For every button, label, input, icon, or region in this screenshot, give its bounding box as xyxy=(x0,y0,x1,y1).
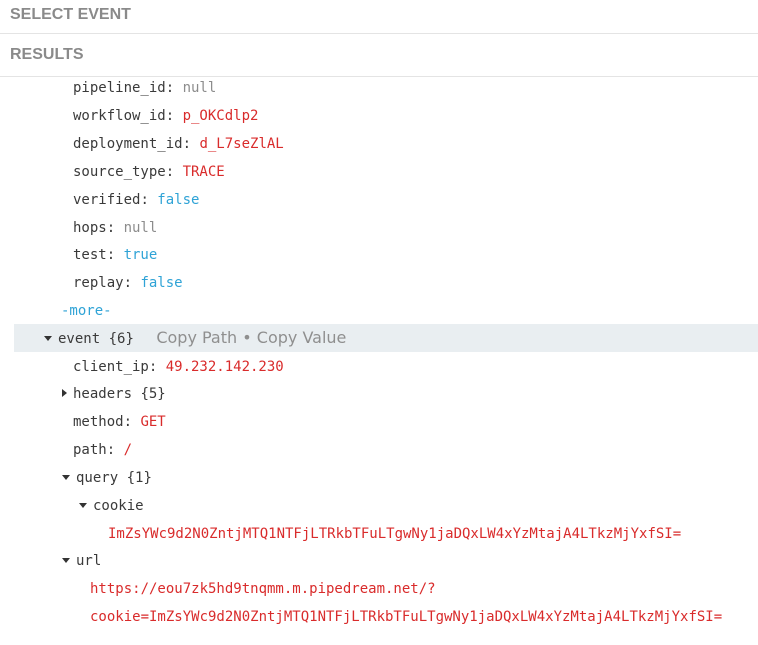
field-value[interactable]: cookie=ImZsYWc9d2N0ZntjMTQ1NTFjLTRkbTFuL… xyxy=(90,609,722,625)
tree-row-method: method: GET xyxy=(73,414,166,430)
tree-row-url-value-1: https://eou7zk5hd9tnqmm.m.pipedream.net/… xyxy=(0,575,758,603)
field-value[interactable]: true xyxy=(124,247,158,263)
copy-path-button[interactable]: Copy Path xyxy=(156,328,237,347)
field-value[interactable]: / xyxy=(124,442,132,458)
tree-row-hops: hops: null xyxy=(73,220,158,236)
field-key: workflow_id xyxy=(73,108,166,124)
more-row: -more- xyxy=(0,297,758,325)
field-value[interactable]: TRACE xyxy=(183,164,225,180)
node-key: cookie xyxy=(93,498,144,514)
field-key: source_type xyxy=(73,164,166,180)
caret-down-icon[interactable] xyxy=(44,335,52,341)
tree-row-source-type: source_type: TRACE xyxy=(73,164,225,180)
field-key: hops xyxy=(73,220,107,236)
field-key: method xyxy=(73,414,124,430)
node-count: {6} xyxy=(108,331,134,347)
results-header[interactable]: RESULTS xyxy=(0,34,758,77)
field-key: path xyxy=(73,442,107,458)
field-value[interactable]: false xyxy=(157,192,199,208)
tree-row-deployment-id: deployment_id: d_L7seZlAL xyxy=(73,136,284,152)
tree-row-url-value-2: cookie=ImZsYWc9d2N0ZntjMTQ1NTFjLTRkbTFuL… xyxy=(0,603,758,631)
field-value[interactable]: d_L7seZlAL xyxy=(199,136,283,152)
node-key: url xyxy=(76,553,102,569)
tree-row-pipeline-id: pipeline_id: null xyxy=(73,80,217,96)
field-key: verified xyxy=(73,192,141,208)
field-key: replay xyxy=(73,275,124,291)
tree-row-cookie[interactable]: cookie xyxy=(0,492,758,520)
field-key: test xyxy=(73,247,107,263)
more-link[interactable]: -more- xyxy=(61,303,112,319)
field-value[interactable]: GET xyxy=(140,414,165,430)
field-value[interactable]: https://eou7zk5hd9tnqmm.m.pipedream.net/… xyxy=(90,581,436,597)
node-key: event xyxy=(58,331,101,347)
node-key: query xyxy=(76,470,119,486)
tree-row-client-ip: client_ip: 49.232.142.230 xyxy=(73,359,284,375)
field-value[interactable]: false xyxy=(140,275,182,291)
field-value[interactable]: ImZsYWc9d2N0ZntjMTQ1NTFjLTRkbTFuLTgwNy1j… xyxy=(108,526,681,542)
tree-row-workflow-id: workflow_id: p_OKCdlp2 xyxy=(73,108,259,124)
caret-right-icon[interactable] xyxy=(62,389,67,397)
select-event-header[interactable]: SELECT EVENT xyxy=(0,0,758,34)
field-value[interactable]: 49.232.142.230 xyxy=(166,359,284,375)
tree-row-cookie-value: ImZsYWc9d2N0ZntjMTQ1NTFjLTRkbTFuLTgwNy1j… xyxy=(0,520,758,548)
field-value[interactable]: null xyxy=(124,220,158,236)
node-count: {1} xyxy=(126,470,152,486)
field-key: client_ip xyxy=(73,359,149,375)
tree-row-url[interactable]: url xyxy=(0,547,758,575)
caret-down-icon[interactable] xyxy=(62,557,70,563)
tree-row-replay: replay: false xyxy=(73,275,183,291)
caret-down-icon[interactable] xyxy=(79,502,87,508)
field-key: deployment_id xyxy=(73,136,183,152)
node-count: {5} xyxy=(140,386,166,402)
caret-down-icon[interactable] xyxy=(62,474,70,480)
actions-separator: • xyxy=(242,328,252,347)
copy-value-button[interactable]: Copy Value xyxy=(257,328,347,347)
tree-row-test: test: true xyxy=(73,247,158,263)
tree-row-verified: verified: false xyxy=(73,192,200,208)
field-value[interactable]: p_OKCdlp2 xyxy=(183,108,259,124)
node-key: headers xyxy=(73,386,133,402)
tree-row-event[interactable]: event {6} Copy Path • Copy Value xyxy=(14,324,758,352)
field-key: pipeline_id xyxy=(73,80,166,96)
tree-row-headers[interactable]: headers {5} xyxy=(0,380,758,408)
tree-row-path: path: / xyxy=(73,442,133,458)
tree-row-query[interactable]: query {1} xyxy=(0,464,758,492)
field-value[interactable]: null xyxy=(183,80,217,96)
row-actions: Copy Path • Copy Value xyxy=(156,328,346,347)
